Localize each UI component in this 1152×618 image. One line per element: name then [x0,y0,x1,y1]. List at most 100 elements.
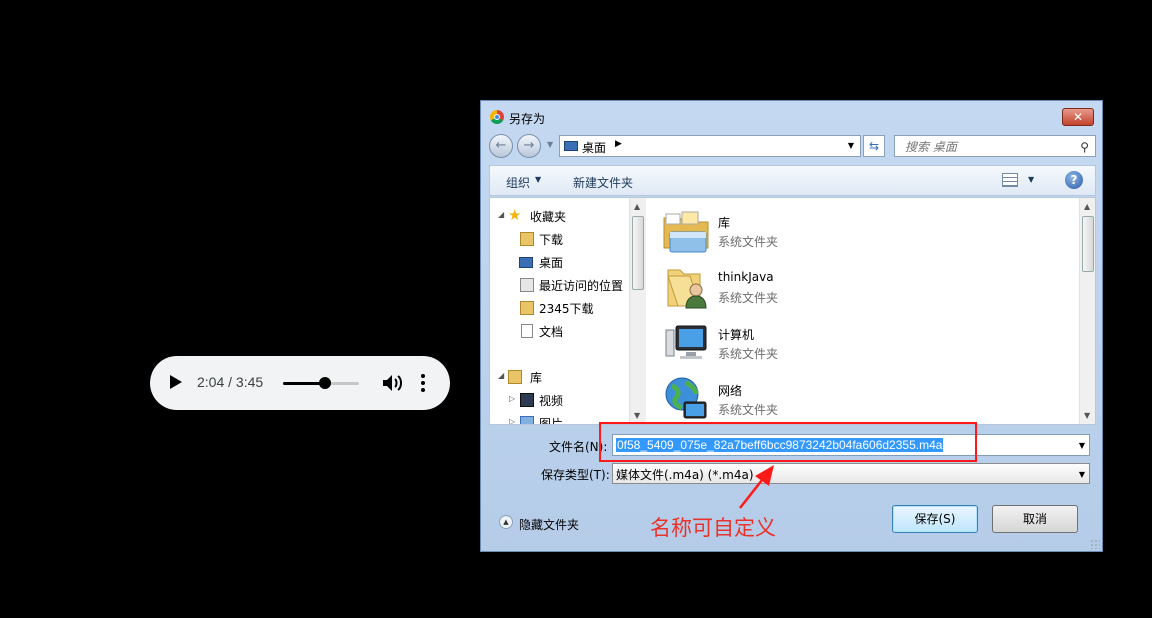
cancel-button[interactable]: 取消 [992,505,1078,533]
file-name: 计算机 [718,328,755,342]
view-dropdown-icon[interactable]: ▼ [1028,175,1034,184]
file-type: 系统文件夹 [718,347,779,361]
audio-player: 2:04 / 3:45 [150,356,450,410]
tree-item-desktop[interactable]: 桌面 [490,252,628,274]
audio-seek-slider[interactable] [283,377,359,389]
file-list: 库 系统文件夹 thinkJava 系统文件夹 计算机 系统文件夹 网络 系统文… [646,198,1080,424]
tree-item-videos[interactable]: ▷ 视频 [490,390,628,412]
recent-places-icon [520,278,534,292]
dialog-titlebar[interactable]: 另存为 ✕ [481,101,1102,133]
save-button[interactable]: 保存(S) [892,505,978,533]
help-button[interactable]: ? [1065,171,1083,189]
network-icon [665,377,707,419]
desktop-icon [519,257,533,268]
play-icon[interactable] [170,375,182,389]
volume-icon[interactable] [382,373,404,393]
more-options-icon[interactable] [421,373,425,393]
dialog-toolbar: 组织 ▼ 新建文件夹 ▼ ? [489,165,1096,196]
collapse-arrow-icon[interactable]: ▷ [509,394,515,403]
annotation-highlight-box [599,422,977,462]
picture-icon [520,416,534,424]
address-location[interactable]: 桌面 [582,139,606,156]
expand-arrow-icon[interactable]: ◢ [498,371,504,380]
video-icon [520,393,534,407]
save-as-dialog: 另存为 ✕ ← → ▼ 桌面 ▶ ▼ ⇆ ⚲ 组织 ▼ 新建文件夹 ▼ ? ◢ … [480,100,1103,552]
tree-item-documents[interactable]: 文档 [490,321,628,343]
new-folder-button[interactable]: 新建文件夹 [573,174,633,191]
library-icon [508,370,522,384]
file-name: 库 [718,216,731,230]
scroll-down-icon[interactable]: ▼ [634,411,640,420]
file-type: 系统文件夹 [718,403,779,417]
filetype-dropdown-icon[interactable]: ▼ [1079,470,1085,479]
star-icon: ★ [508,206,522,224]
user-folder-icon [667,269,707,309]
tree-item-label: 下载 [539,233,564,247]
library-folder-icon [663,211,709,253]
tree-item-favorites[interactable]: ◢ ★ 收藏夹 [490,206,628,228]
search-input[interactable] [903,139,1077,155]
filetype-value: 媒体文件(.m4a) (*.m4a) [616,468,754,482]
list-item[interactable]: 网络 系统文件夹 [662,372,1062,424]
filetype-label: 保存类型(T): [541,468,610,482]
file-list-scrollbar-thumb[interactable] [1082,216,1094,272]
tree-scrollbar[interactable]: ▲ ▼ [629,198,646,424]
address-dropdown-icon[interactable]: ▼ [848,141,854,150]
search-box[interactable]: ⚲ [894,135,1096,157]
download-folder-icon [520,232,534,246]
chrome-icon [490,110,504,124]
annotation-text: 名称可自定义 [650,516,776,540]
folder-icon [520,301,534,315]
close-button[interactable]: ✕ [1062,108,1094,126]
dialog-title: 另存为 [509,112,546,126]
history-dropdown-icon[interactable]: ▼ [547,140,553,149]
tree-item-downloads[interactable]: 下载 [490,229,628,251]
tree-item-label: 视频 [539,394,564,408]
refresh-button[interactable]: ⇆ [863,135,885,157]
filename-dropdown-icon[interactable]: ▼ [1079,441,1085,450]
audio-time: 2:04 / 3:45 [197,374,264,390]
back-button[interactable]: ← [489,134,513,158]
navigation-tree: ◢ ★ 收藏夹 下载 桌面 最近访问的位置 2345下载 文档 ◢ 库 ▷ 视频… [490,198,628,424]
tree-item-recent[interactable]: 最近访问的位置 [490,275,628,297]
address-bar[interactable]: 桌面 ▶ ▼ [559,135,861,157]
tree-item-label: 文档 [539,325,564,339]
tree-item-label: 最近访问的位置 [539,279,624,293]
file-type: 系统文件夹 [718,291,779,305]
list-item[interactable]: 库 系统文件夹 [662,204,1062,260]
search-icon[interactable]: ⚲ [1080,140,1089,154]
file-name: 网络 [718,384,743,398]
hide-folders-label: 隐藏文件夹 [519,518,580,532]
chevron-down-icon[interactable]: ▼ [535,175,541,184]
breadcrumb-arrow-icon[interactable]: ▶ [615,139,622,149]
expand-arrow-icon[interactable]: ◢ [498,210,504,219]
file-list-scrollbar[interactable]: ▲ ▼ [1079,198,1095,424]
scroll-up-icon[interactable]: ▲ [1084,202,1090,211]
view-options-icon[interactable] [1002,173,1018,187]
organize-button[interactable]: 组织 [506,174,530,191]
tree-item-2345-downloads[interactable]: 2345下载 [490,298,628,320]
tree-item-libraries[interactable]: ◢ 库 [490,367,628,389]
forward-button[interactable]: → [517,134,541,158]
document-icon [521,324,533,338]
file-name: thinkJava [718,270,774,284]
tree-item-label: 2345下载 [539,302,594,316]
audio-seek-handle[interactable] [318,377,331,389]
scroll-up-icon[interactable]: ▲ [634,202,640,211]
tree-item-label: 库 [530,371,543,385]
desktop-icon [564,141,578,151]
tree-item-label: 图片 [539,417,564,425]
browser-pane: ◢ ★ 收藏夹 下载 桌面 最近访问的位置 2345下载 文档 ◢ 库 ▷ 视频… [489,197,1096,425]
tree-scrollbar-thumb[interactable] [632,216,644,290]
resize-grip-icon[interactable] [1090,539,1100,549]
scroll-down-icon[interactable]: ▼ [1084,411,1090,420]
file-type: 系统文件夹 [718,235,779,249]
tree-item-label: 桌面 [539,256,564,270]
collapse-arrow-icon[interactable]: ▷ [509,417,515,424]
filetype-select[interactable]: 媒体文件(.m4a) (*.m4a) ▼ [612,463,1090,484]
computer-icon [665,325,707,359]
list-item[interactable]: 计算机 系统文件夹 [662,316,1062,372]
tree-item-label: 收藏夹 [530,210,567,224]
chevron-up-icon[interactable]: ▲ [499,515,513,529]
list-item[interactable]: thinkJava 系统文件夹 [662,260,1062,316]
